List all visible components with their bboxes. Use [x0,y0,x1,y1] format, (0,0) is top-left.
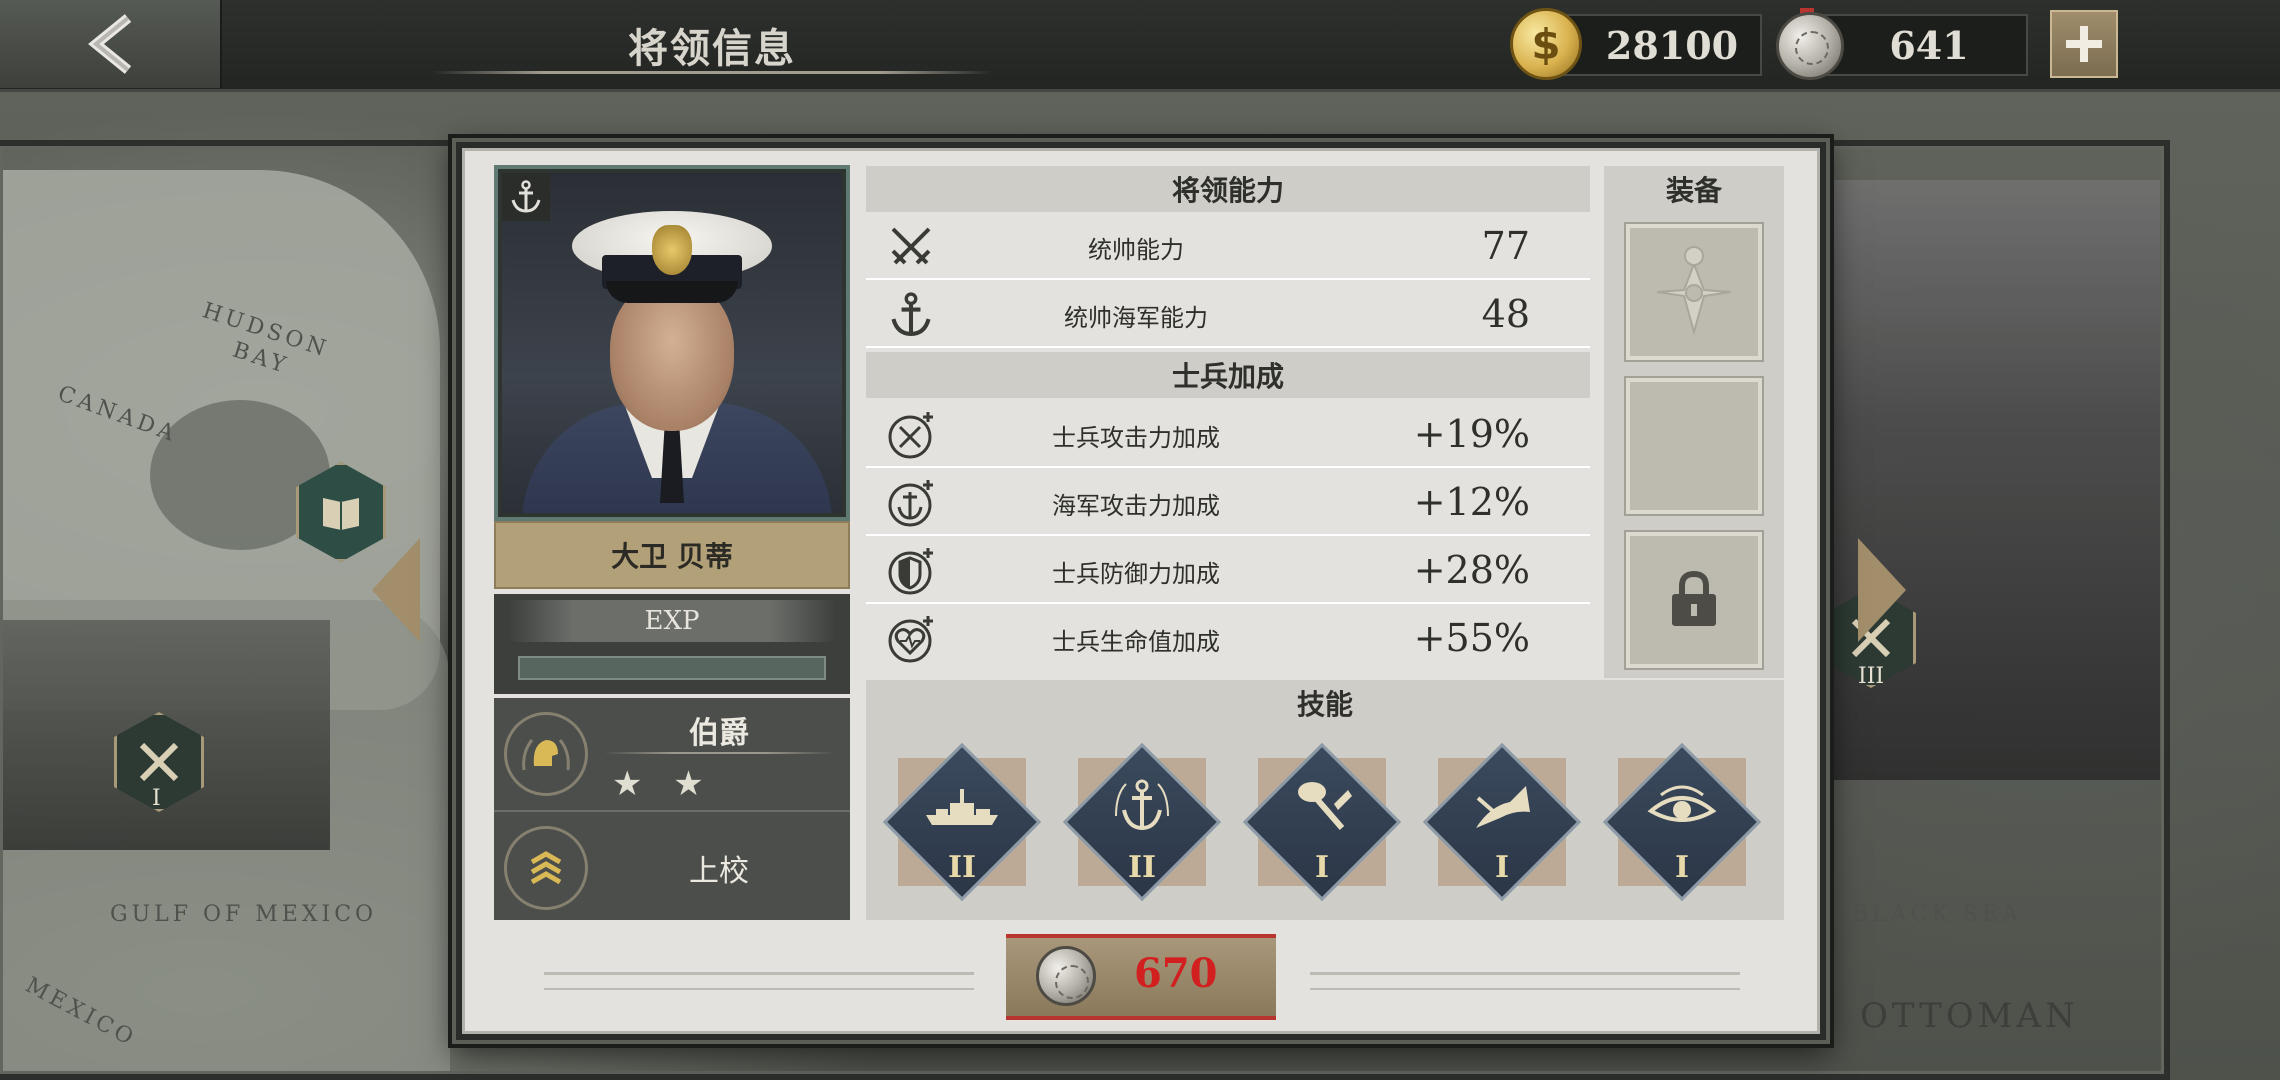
exp-box: EXP [494,594,850,694]
next-general-arrow[interactable] [1858,538,1906,642]
anchor-icon [886,290,936,340]
bonuses-header: 士兵加成 [866,352,1590,398]
eye-icon [1642,776,1722,836]
nobility-divider [604,752,834,754]
bonus-row: 士兵生命值加成 +55% [866,606,1590,672]
helmet-laurel-icon [504,712,588,796]
title-underline [432,71,992,74]
previous-general-arrow[interactable] [372,538,420,642]
bonus-label: 士兵攻击力加成 [1052,424,1220,452]
map-marker-level: III [1858,664,1885,689]
bonus-value: +55% [1413,616,1530,660]
general-name: 大卫 贝蒂 [494,521,850,589]
decorative-line-left [544,972,974,975]
promote-cost-button[interactable]: 670 [1006,934,1276,1020]
heart-plus-icon [886,614,936,664]
map-marker-level: I [152,786,161,811]
chevron-left-icon [88,14,132,74]
equipment-slot-1[interactable] [1624,222,1764,362]
naval-attack-plus-icon [886,478,936,528]
equipment-slot-2[interactable] [1624,376,1764,516]
bonus-value: +19% [1413,412,1530,456]
nobility-title: 伯爵 [689,716,749,751]
ability-row: 统帅能力 77 [866,214,1590,280]
navy-type-badge [502,173,550,221]
ability-label: 统帅能力 [1088,236,1184,264]
exp-progress-bar [518,656,826,680]
cost-value: 670 [1134,950,1218,997]
skill-slot-4[interactable]: I [1422,742,1582,902]
abilities-header: 将领能力 [866,166,1590,212]
anchor-icon [511,180,541,213]
military-rank-row: 上校 [494,810,850,920]
ability-label: 统帅海军能力 [1064,304,1208,332]
bonus-label: 士兵生命值加成 [1052,628,1220,656]
crossed-swords-icon [886,222,936,272]
general-portrait-frame [494,165,850,521]
military-rank-title: 上校 [689,854,749,889]
bonus-value: +12% [1413,480,1530,524]
ability-value: 48 [1481,292,1530,336]
skill-slot-5[interactable]: I [1602,742,1762,902]
horn-icon [1462,776,1542,836]
ability-row: 统帅海军能力 48 [866,282,1590,348]
attack-plus-icon [886,410,936,460]
general-portrait [502,173,842,513]
skill-slot-3[interactable]: I [1242,742,1402,902]
decorative-line-right-2 [1310,988,1740,990]
chevron-rank-icon [504,826,588,910]
gold-coin-icon: $ [1510,8,1582,80]
back-button[interactable] [0,0,222,88]
book-icon [323,498,359,530]
bonus-row: 士兵防御力加成 +28% [866,538,1590,604]
skill-level: I [1494,850,1510,885]
skill-slot-2[interactable]: II [1062,742,1222,902]
plus-icon [2066,26,2102,62]
gold-counter: 28100 [1552,14,1762,76]
exp-label: EXP [508,600,836,642]
order-cross-icon [1656,246,1732,336]
skills-header: 技能 [866,680,1784,726]
bonus-label: 海军攻击力加成 [1052,492,1220,520]
skill-slot-1[interactable]: II [882,742,1042,902]
map-label-ottoman: OTTOMAN [1860,996,2079,1036]
battleship-icon [922,776,1002,836]
skill-level: II [1127,850,1157,885]
nobility-row: 伯爵 ★ ★ [494,698,850,808]
skill-level: II [947,850,977,885]
decorative-line-left-2 [544,988,974,990]
map-label-black-sea: BLACK SEA [1852,902,2022,927]
skill-level: I [1674,850,1690,885]
crossed-cannons-icon [139,742,179,782]
equipment-header: 装备 [1604,166,1784,212]
ability-value: 77 [1481,224,1530,268]
add-currency-button[interactable] [2050,10,2118,78]
page-title: 将领信息 [628,25,796,72]
medal-amount: 641 [1889,22,1969,68]
decorative-line-right [1310,972,1740,975]
gold-amount: 28100 [1605,22,1739,68]
map-label-gulf-of-mexico: GULF OF MEXICO [110,902,378,927]
skill-level: I [1314,850,1330,885]
bonus-value: +28% [1413,548,1530,592]
bonus-row: 士兵攻击力加成 +19% [866,402,1590,468]
star-rating: ★ ★ [612,764,714,804]
rank-box: 伯爵 ★ ★ 上校 [494,698,850,920]
medal-icon [1776,12,1844,80]
shield-plus-icon [886,546,936,596]
equipment-slot-3[interactable] [1624,530,1764,670]
anchor-wreath-icon [1102,776,1182,836]
pickaxe-icon [1282,776,1362,836]
bonus-row: 海军攻击力加成 +12% [866,470,1590,536]
medal-icon [1036,946,1096,1006]
lock-icon [1672,570,1716,626]
bonus-label: 士兵防御力加成 [1052,560,1220,588]
page-title-wrap: 将领信息 [432,10,992,74]
